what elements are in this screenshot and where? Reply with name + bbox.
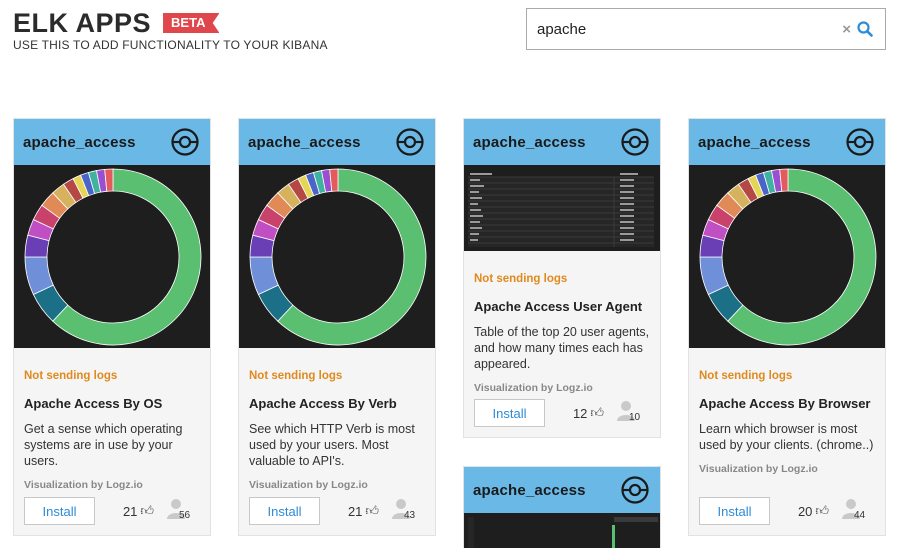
card-title: Apache Access By Verb — [249, 396, 397, 411]
search-box: × — [526, 8, 886, 50]
status-label: Not sending logs — [24, 370, 118, 382]
apache-logo-icon — [396, 128, 424, 156]
page-title: ELK APPS — [13, 8, 152, 38]
card-thumbnail[interactable] — [464, 165, 660, 251]
donut-chart-thumbnail — [239, 165, 435, 348]
card-author: Visualization by Logz.io — [249, 479, 368, 491]
card-author: Visualization by Logz.io — [474, 382, 593, 394]
likes-number: 12 — [572, 405, 588, 421]
likes-number: 20 — [797, 503, 813, 519]
card-thumbnail[interactable] — [689, 165, 885, 348]
users-number: 56 — [179, 510, 191, 521]
card-header: apache_access — [689, 119, 885, 165]
card-app-name: apache_access — [473, 133, 586, 151]
users-count: 43 — [391, 498, 425, 524]
app-card-user-agent: apache_access Not sending logs Apache Ac… — [463, 118, 661, 438]
card-app-name: apache_access — [698, 133, 811, 151]
page-header: ELK APPS BETA — [13, 8, 220, 38]
search-icon[interactable] — [857, 21, 873, 37]
card-author: Visualization by Logz.io — [699, 463, 818, 475]
card-thumbnail[interactable] — [464, 513, 660, 548]
card-thumbnail[interactable] — [239, 165, 435, 348]
install-button[interactable]: Install — [474, 399, 545, 427]
card-description: See which HTTP Verb is most used by your… — [249, 422, 415, 468]
donut-chart-thumbnail — [689, 165, 885, 348]
search-input[interactable] — [527, 20, 827, 38]
card-description: Get a sense which operating systems are … — [24, 422, 183, 468]
app-card-verb: apache_access Not sending logs Apache Ac… — [238, 118, 436, 536]
card-title: Apache Access By Browser — [699, 396, 871, 411]
card-thumbnail[interactable] — [14, 165, 210, 348]
beta-badge: BETA — [163, 13, 220, 33]
thumbs-up-icon: 👍︎ — [140, 503, 154, 518]
card-app-name: apache_access — [23, 133, 136, 151]
app-card-partial: apache_access — [463, 466, 661, 548]
install-button[interactable]: Install — [249, 497, 320, 525]
install-button[interactable]: Install — [24, 497, 95, 525]
card-title: Apache Access User Agent — [474, 299, 643, 314]
likes-count[interactable]: 20 👍︎ — [798, 503, 829, 519]
likes-number: 21 — [347, 503, 363, 519]
apache-logo-icon — [621, 128, 649, 156]
status-label: Not sending logs — [474, 273, 568, 285]
donut-chart-thumbnail — [14, 165, 210, 348]
status-label: Not sending logs — [249, 370, 343, 382]
card-header: apache_access — [239, 119, 435, 165]
card-description: Learn which browser is most used by your… — [699, 422, 874, 452]
card-header: apache_access — [14, 119, 210, 165]
card-author: Visualization by Logz.io — [24, 479, 143, 491]
app-card-browser: apache_access Not sending logs Apache Ac… — [688, 118, 886, 536]
thumbs-up-icon: 👍︎ — [590, 405, 604, 420]
card-app-name: apache_access — [248, 133, 361, 151]
likes-number: 21 — [122, 503, 138, 519]
card-app-name: apache_access — [473, 481, 586, 499]
clear-icon[interactable]: × — [842, 21, 851, 38]
likes-count[interactable]: 21 👍︎ — [123, 503, 154, 519]
users-number: 44 — [854, 510, 866, 521]
users-number: 10 — [629, 412, 641, 423]
apache-logo-icon — [171, 128, 199, 156]
bar-chart-thumbnail — [464, 513, 660, 548]
likes-count[interactable]: 21 👍︎ — [348, 503, 379, 519]
apache-logo-icon — [621, 476, 649, 504]
card-header: apache_access — [464, 467, 660, 513]
card-header: apache_access — [464, 119, 660, 165]
likes-count[interactable]: 12 👍︎ — [573, 405, 604, 421]
users-count: 44 — [841, 498, 875, 524]
table-thumbnail — [464, 165, 660, 251]
install-button[interactable]: Install — [699, 497, 770, 525]
status-label: Not sending logs — [699, 370, 793, 382]
card-description: Table of the top 20 user agents, and how… — [474, 325, 650, 371]
users-number: 43 — [404, 510, 416, 521]
users-count: 10 — [616, 400, 650, 426]
page-subtitle: USE THIS TO ADD FUNCTIONALITY TO YOUR KI… — [13, 38, 328, 52]
card-title: Apache Access By OS — [24, 396, 163, 411]
app-card-os: apache_access Not sending logs Apache Ac… — [13, 118, 211, 536]
thumbs-up-icon: 👍︎ — [815, 503, 829, 518]
users-count: 56 — [166, 498, 200, 524]
apache-logo-icon — [846, 128, 874, 156]
thumbs-up-icon: 👍︎ — [365, 503, 379, 518]
